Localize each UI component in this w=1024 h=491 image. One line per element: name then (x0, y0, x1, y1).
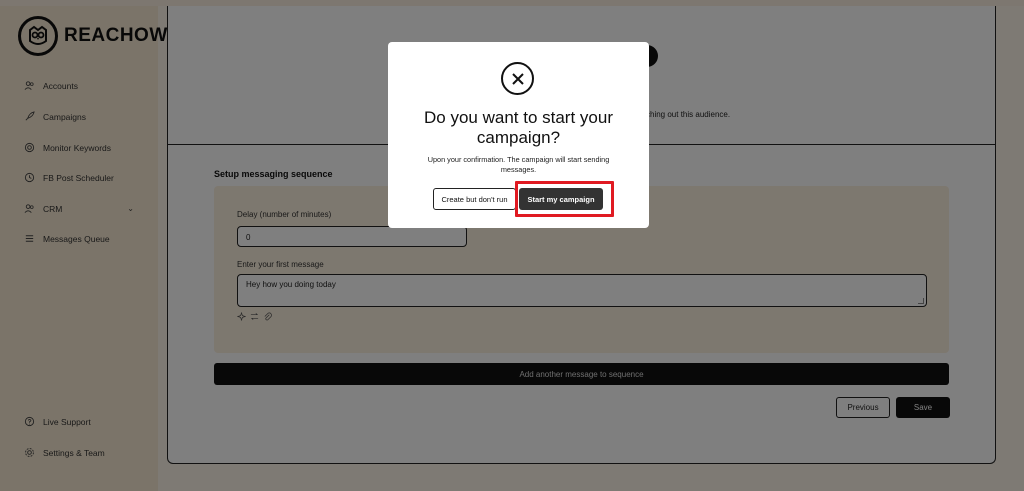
dialog-description: Upon your confirmation. The campaign wil… (427, 155, 610, 174)
dialog-title: Do you want to start your campaign? (424, 108, 613, 147)
create-but-dont-run-button[interactable]: Create but don't run (433, 188, 516, 210)
close-icon[interactable] (501, 62, 534, 95)
highlight-box (515, 181, 614, 217)
